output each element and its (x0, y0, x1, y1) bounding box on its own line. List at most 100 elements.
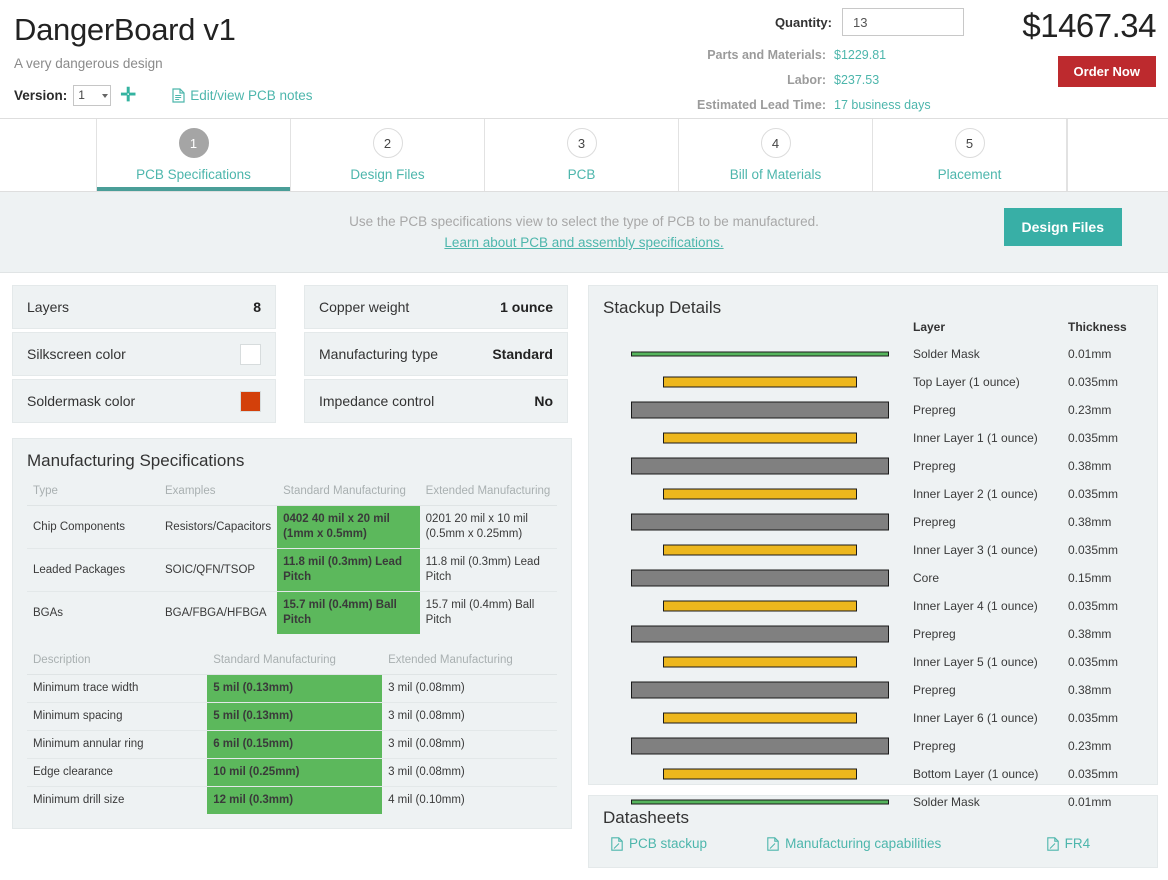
stackup-mask-bar (631, 352, 889, 357)
stackup-copper-bar (663, 433, 857, 444)
stackup-layer-row: Core0.15mm (603, 564, 1143, 592)
stackup-layer-row: Inner Layer 2 (1 ounce) 0.035mm (603, 480, 1143, 508)
column-header-layer: Layer (913, 320, 945, 334)
table-row: Minimum trace width 5 mil (0.13mm) 3 mil… (27, 675, 557, 703)
stackup-layer-thickness: 0.01mm (1068, 347, 1111, 361)
cell-type: Leaded Packages (27, 549, 159, 592)
datasheet-link-pcb-stackup[interactable]: PCB stackup (603, 836, 767, 851)
cell-standard: 12 mil (0.3mm) (207, 787, 382, 815)
spec-cards: Layers 8 Silkscreen color Soldermask col… (12, 285, 572, 426)
cell-examples: BGA/FBGA/HFBGA (159, 592, 277, 635)
stackup-layer-row: Prepreg0.38mm (603, 508, 1143, 536)
stackup-layer-name: Inner Layer 1 (1 ounce) (913, 431, 1038, 445)
stackup-layer-thickness: 0.035mm (1068, 655, 1118, 669)
datasheet-link-fr4[interactable]: FR4 (1047, 836, 1143, 851)
order-now-button[interactable]: Order Now (1058, 56, 1156, 87)
stackup-bar-zone (603, 340, 903, 368)
cell-standard: 10 mil (0.25mm) (207, 759, 382, 787)
spec-impedance-control[interactable]: Impedance control No (304, 379, 568, 423)
add-version-button[interactable]: ✛ (120, 89, 136, 103)
cell-description: Minimum trace width (27, 675, 207, 703)
lead-time-label: Estimated Lead Time: (697, 98, 826, 112)
datasheet-link-label: Manufacturing capabilities (785, 836, 941, 851)
tab-design-files[interactable]: 2 Design Files (291, 119, 485, 191)
stackup-layer-thickness: 0.035mm (1068, 431, 1118, 445)
cell-extended: 3 mil (0.08mm) (382, 703, 557, 731)
card-title: Manufacturing Specifications (27, 451, 557, 471)
stackup-layer-name: Inner Layer 2 (1 ounce) (913, 487, 1038, 501)
manufacturing-specifications-card: Manufacturing Specifications Type Exampl… (12, 438, 572, 829)
stackup-copper-bar (663, 657, 857, 668)
version-select-value: 1 (78, 86, 85, 105)
parts-materials-row: Parts and Materials: $1229.81 (686, 48, 964, 62)
spec-soldermask-color[interactable]: Soldermask color (12, 379, 276, 423)
stackup-bar-zone (603, 424, 903, 452)
stackup-prepreg-bar (631, 682, 889, 699)
tab-label: Placement (938, 167, 1002, 182)
design-files-button[interactable]: Design Files (1004, 208, 1122, 246)
edit-pcb-notes-link[interactable]: Edit/view PCB notes (172, 88, 312, 103)
stackup-layer-row: Inner Layer 3 (1 ounce)0.035mm (603, 536, 1143, 564)
cell-description: Minimum annular ring (27, 731, 207, 759)
tab-label: PCB Specifications (136, 167, 251, 182)
soldermask-color-swatch[interactable] (240, 391, 261, 412)
stackup-layer-thickness: 0.38mm (1068, 459, 1111, 473)
pdf-icon (611, 837, 623, 851)
spec-value: 8 (253, 299, 261, 315)
active-tab-indicator (97, 187, 290, 191)
stackup-layer-row: Inner Layer 4 (1 ounce)0.035mm (603, 592, 1143, 620)
spec-silkscreen-color[interactable]: Silkscreen color (12, 332, 276, 376)
tab-number: 5 (955, 128, 985, 158)
datasheet-link-manufacturing-capabilities[interactable]: Manufacturing capabilities (767, 836, 1047, 851)
spec-label: Copper weight (319, 299, 409, 315)
column-header: Standard Manufacturing (277, 479, 420, 506)
stackup-copper-bar (663, 713, 857, 724)
spec-manufacturing-type[interactable]: Manufacturing type Standard (304, 332, 568, 376)
tab-pcb-specifications[interactable]: 1 PCB Specifications (97, 119, 291, 191)
stackup-layer-name: Prepreg (913, 739, 956, 753)
spec-label: Silkscreen color (27, 346, 126, 362)
stackup-layer-row: Solder Mask0.01mm (603, 340, 1143, 368)
cell-standard: 5 mil (0.13mm) (207, 703, 382, 731)
stackup-layer-row: Prepreg0.23mm (603, 732, 1143, 760)
stackup-layer-row: Inner Layer 1 (1 ounce) 0.035mm (603, 424, 1143, 452)
tab-placement[interactable]: 5 Placement (873, 119, 1067, 191)
spec-label: Impedance control (319, 393, 434, 409)
quantity-input[interactable] (842, 8, 964, 36)
stackup-layer-thickness: 0.035mm (1068, 767, 1118, 781)
stackup-layer-list: Solder Mask0.01mmTop Layer (1 ounce)0.03… (603, 340, 1143, 816)
left-column: Layers 8 Silkscreen color Soldermask col… (12, 285, 572, 868)
spec-copper-weight[interactable]: Copper weight 1 ounce (304, 285, 568, 329)
learn-more-link[interactable]: Learn about PCB and assembly specificati… (444, 235, 723, 250)
stackup-layer-thickness: 0.035mm (1068, 487, 1118, 501)
total-price: $1467.34 (1022, 6, 1156, 46)
version-select[interactable]: 1 (73, 85, 111, 106)
stackup-copper-bar (663, 601, 857, 612)
tab-pcb[interactable]: 3 PCB (485, 119, 679, 191)
spec-layers[interactable]: Layers 8 (12, 285, 276, 329)
cell-extended: 3 mil (0.08mm) (382, 759, 557, 787)
cell-description: Minimum drill size (27, 787, 207, 815)
spec-label: Soldermask color (27, 393, 135, 409)
stackup-copper-bar (663, 769, 857, 780)
stackup-prepreg-bar (631, 626, 889, 643)
stackup-layer-row: Prepreg0.38mm (603, 452, 1143, 480)
edit-pcb-notes-label: Edit/view PCB notes (190, 88, 312, 103)
stackup-layer-name: Prepreg (913, 683, 956, 697)
right-column: Stackup Details Layer Thickness Solder M… (588, 285, 1158, 868)
labor-value: $237.53 (834, 73, 964, 87)
stackup-bar-zone (603, 648, 903, 676)
stackup-layer-thickness: 0.035mm (1068, 375, 1118, 389)
tab-bill-of-materials[interactable]: 4 Bill of Materials (679, 119, 873, 191)
tab-number: 4 (761, 128, 791, 158)
column-header: Description (27, 648, 207, 675)
pdf-icon (767, 837, 779, 851)
stackup-mask-bar (631, 800, 889, 805)
cell-standard: 11.8 mil (0.3mm) Lead Pitch (277, 549, 420, 592)
silkscreen-color-swatch[interactable] (240, 344, 261, 365)
stackup-bar-zone (603, 508, 903, 536)
stackup-prepreg-bar (631, 514, 889, 531)
stackup-bar-zone (603, 788, 903, 816)
stackup-layer-row: Bottom Layer (1 ounce)0.035mm (603, 760, 1143, 788)
tab-number: 1 (179, 128, 209, 158)
